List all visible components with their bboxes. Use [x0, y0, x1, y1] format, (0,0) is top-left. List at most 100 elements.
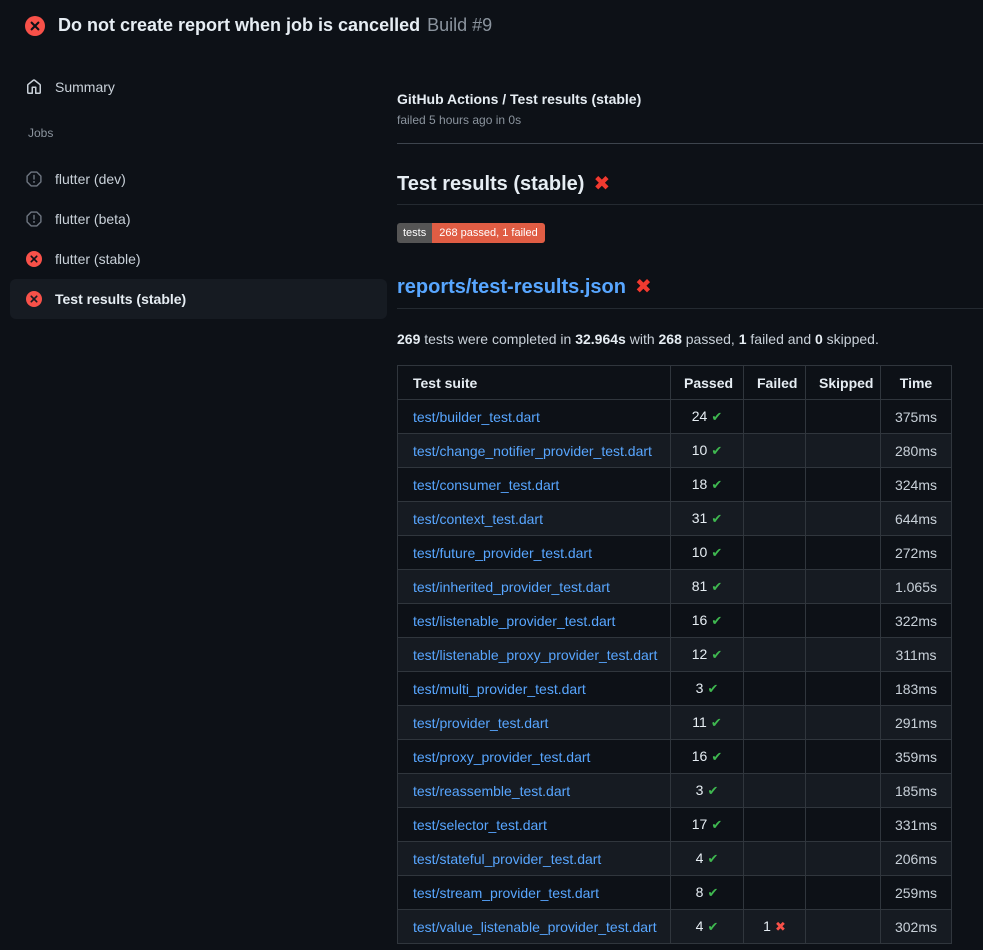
stop-icon: [26, 171, 42, 187]
check-icon: ✔: [711, 647, 722, 662]
table-row: test/reassemble_test.dart3✔185ms: [398, 774, 952, 808]
time-cell: 375ms: [881, 400, 952, 434]
suite-cell: test/future_provider_test.dart: [398, 536, 671, 570]
suite-cell: test/inherited_provider_test.dart: [398, 570, 671, 604]
status-line: failed 5 hours ago in 0s: [397, 112, 983, 128]
passed-cell: 17✔: [671, 808, 744, 842]
summary-label: Summary: [55, 79, 115, 95]
suite-link[interactable]: test/builder_test.dart: [413, 409, 540, 425]
passed-cell: 3✔: [671, 672, 744, 706]
skipped-cell: [806, 808, 881, 842]
passed-cell: 3✔: [671, 774, 744, 808]
passed-cell: 4✔: [671, 910, 744, 944]
suite-link[interactable]: test/listenable_provider_test.dart: [413, 613, 615, 629]
job-label: flutter (dev): [55, 171, 126, 187]
x-circle-icon: [26, 251, 42, 267]
sidebar-item-test-results-stable[interactable]: Test results (stable): [10, 279, 387, 319]
main-content: GitHub Actions / Test results (stable) f…: [397, 49, 983, 944]
table-row: test/future_provider_test.dart10✔272ms: [398, 536, 952, 570]
suite-cell: test/selector_test.dart: [398, 808, 671, 842]
x-circle-icon: [26, 291, 42, 307]
stop-icon: [26, 211, 42, 227]
failed-cell: [744, 706, 806, 740]
table-row: test/provider_test.dart11✔291ms: [398, 706, 952, 740]
suite-link[interactable]: test/value_listenable_provider_test.dart: [413, 919, 657, 935]
suite-link[interactable]: test/future_provider_test.dart: [413, 545, 592, 561]
col-test-suite: Test suite: [398, 366, 671, 400]
skipped-cell: [806, 400, 881, 434]
table-row: test/change_notifier_provider_test.dart 1…: [398, 434, 952, 468]
job-label: Test results (stable): [55, 291, 186, 307]
time-cell: 183ms: [881, 672, 952, 706]
suite-cell: test/stream_provider_test.dart: [398, 876, 671, 910]
suite-link[interactable]: test/proxy_provider_test.dart: [413, 749, 590, 765]
table-row: test/stateful_provider_test.dart4✔206ms: [398, 842, 952, 876]
results-table: Test suite Passed Failed Skipped Time te…: [397, 365, 952, 944]
passed-cell: 81✔: [671, 570, 744, 604]
passed-cell: 24✔: [671, 400, 744, 434]
suite-link[interactable]: test/change_notifier_provider_test.dart: [413, 443, 652, 459]
failed-cell: 1✖: [744, 910, 806, 944]
sidebar-item-summary[interactable]: Summary: [10, 67, 387, 107]
suite-cell: test/listenable_proxy_provider_test.dart: [398, 638, 671, 672]
report-link[interactable]: reports/test-results.json: [397, 276, 626, 298]
run-header: Do not create report when job is cancell…: [0, 0, 983, 49]
table-row: test/consumer_test.dart18✔324ms: [398, 468, 952, 502]
check-icon: ✔: [707, 783, 718, 798]
time-cell: 322ms: [881, 604, 952, 638]
suite-link[interactable]: test/stateful_provider_test.dart: [413, 851, 601, 867]
passed-cell: 8✔: [671, 876, 744, 910]
col-failed: Failed: [744, 366, 806, 400]
check-icon: ✔: [711, 715, 722, 730]
failed-cell: [744, 638, 806, 672]
report-heading: reports/test-results.json ✖: [397, 274, 983, 309]
job-label: flutter (stable): [55, 251, 141, 267]
suite-link[interactable]: test/multi_provider_test.dart: [413, 681, 586, 697]
suite-link[interactable]: test/selector_test.dart: [413, 817, 547, 833]
jobs-section-label: Jobs: [28, 125, 381, 141]
suite-link[interactable]: test/stream_provider_test.dart: [413, 885, 599, 901]
time-cell: 1.065s: [881, 570, 952, 604]
suite-link[interactable]: test/context_test.dart: [413, 511, 543, 527]
passed-cell: 10✔: [671, 536, 744, 570]
suite-link[interactable]: test/reassemble_test.dart: [413, 783, 570, 799]
table-header-row: Test suite Passed Failed Skipped Time: [398, 366, 952, 400]
check-icon: ✔: [711, 443, 722, 458]
failed-cell: [744, 808, 806, 842]
check-icon: ✔: [707, 885, 718, 900]
suite-link[interactable]: test/listenable_proxy_provider_test.dart: [413, 647, 657, 663]
summary-text: 269 tests were completed in 32.964s with…: [397, 330, 983, 349]
x-circle-icon: [25, 16, 45, 36]
passed-cell: 12✔: [671, 638, 744, 672]
passed-cell: 10✔: [671, 434, 744, 468]
skipped-cell: [806, 502, 881, 536]
sidebar-item-flutter-stable[interactable]: flutter (stable): [10, 239, 387, 279]
suite-link[interactable]: test/inherited_provider_test.dart: [413, 579, 610, 595]
suite-cell: test/listenable_provider_test.dart: [398, 604, 671, 638]
table-row: test/proxy_provider_test.dart16✔359ms: [398, 740, 952, 774]
suite-cell: test/value_listenable_provider_test.dart: [398, 910, 671, 944]
suite-cell: test/context_test.dart: [398, 502, 671, 536]
failed-cell: [744, 400, 806, 434]
table-row: test/multi_provider_test.dart 3✔ 183ms: [398, 672, 952, 706]
table-row: test/context_test.dart31✔644ms: [398, 502, 952, 536]
table-row: test/value_listenable_provider_test.dart…: [398, 910, 952, 944]
failed-x-icon: ✖: [635, 276, 652, 298]
passed-cell: 31✔: [671, 502, 744, 536]
check-icon: ✔: [711, 409, 722, 424]
suite-link[interactable]: test/provider_test.dart: [413, 715, 548, 731]
skipped-cell: [806, 842, 881, 876]
failed-cell: [744, 672, 806, 706]
failed-cell: [744, 740, 806, 774]
sidebar-item-flutter-dev[interactable]: flutter (dev): [10, 159, 387, 199]
skipped-cell: [806, 706, 881, 740]
table-row: test/builder_test.dart 24✔ 375ms: [398, 400, 952, 434]
sidebar-item-flutter-beta[interactable]: flutter (beta): [10, 199, 387, 239]
passed-cell: 4✔: [671, 842, 744, 876]
check-icon: ✔: [707, 851, 718, 866]
check-icon: ✔: [711, 579, 722, 594]
check-icon: ✔: [711, 613, 722, 628]
check-icon: ✔: [707, 681, 718, 696]
suite-link[interactable]: test/consumer_test.dart: [413, 477, 559, 493]
failed-cell: [744, 434, 806, 468]
